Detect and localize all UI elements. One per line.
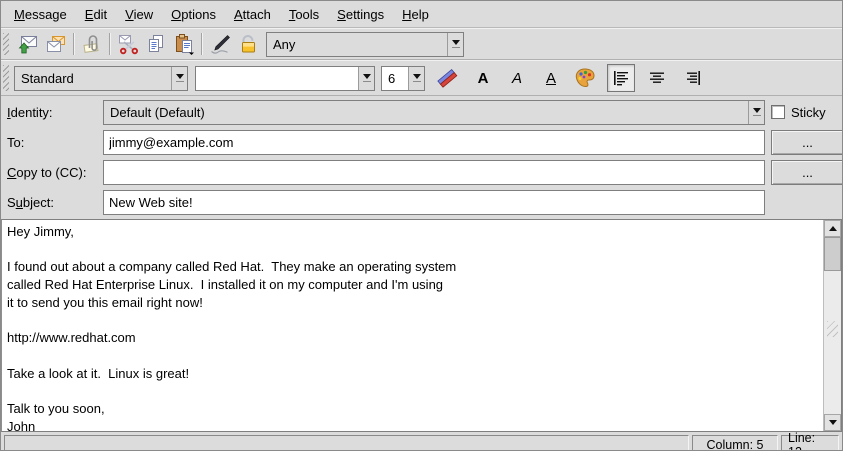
chevron-down-icon[interactable]: [408, 67, 424, 90]
font-family-value: [196, 67, 358, 90]
text-color-button[interactable]: [571, 64, 599, 92]
paste-icon: [173, 33, 195, 55]
sticky-label: Sticky: [791, 105, 826, 120]
scrollbar-grip-lines: [827, 321, 838, 337]
status-bar: Column: 5 Line: 12: [1, 432, 842, 451]
status-message-panel: [4, 435, 689, 451]
chevron-down-icon[interactable]: [447, 33, 463, 56]
paragraph-style-combo[interactable]: Standard: [14, 66, 188, 91]
align-center-icon: [647, 68, 667, 88]
main-toolbar: Any: [1, 28, 842, 60]
text-color-palette-icon: [573, 66, 597, 90]
toolbar-drag-handle[interactable]: [3, 65, 9, 91]
mail-composer-window: Message Edit View Options Attach Tools S…: [0, 0, 843, 451]
cc-address-book-button[interactable]: ...: [771, 160, 843, 185]
format-toolbar: Standard 6 A A A: [1, 60, 842, 96]
subject-input[interactable]: [103, 190, 765, 215]
reset-formatting-button[interactable]: [433, 64, 461, 92]
vertical-scrollbar[interactable]: [823, 220, 841, 431]
align-left-button[interactable]: [607, 64, 635, 92]
scroll-down-button[interactable]: [824, 414, 841, 431]
arrow-down-icon: [829, 420, 837, 425]
align-center-button[interactable]: [643, 64, 671, 92]
menu-message[interactable]: Message: [5, 4, 76, 25]
paragraph-style-value: Standard: [15, 67, 171, 90]
cc-input[interactable]: [103, 160, 765, 185]
to-label: To:: [7, 135, 97, 150]
font-size-combo[interactable]: 6: [381, 66, 425, 91]
cc-label: Copy to (CC):: [7, 165, 97, 180]
send-mail-icon: [17, 33, 39, 55]
menu-bar: Message Edit View Options Attach Tools S…: [1, 1, 842, 28]
align-right-icon: [683, 68, 703, 88]
encrypt-message-icon: [237, 33, 259, 55]
underline-button[interactable]: A: [537, 64, 565, 92]
sticky-checkbox[interactable]: [771, 105, 785, 119]
identity-value: Default (Default): [104, 101, 748, 124]
menu-edit[interactable]: Edit: [76, 4, 116, 25]
to-address-book-button[interactable]: ...: [771, 130, 843, 155]
cc-row: Copy to (CC): ...: [7, 159, 838, 185]
crypto-format-combo[interactable]: Any: [266, 32, 464, 57]
encrypt-message-button[interactable]: [234, 30, 262, 58]
copy-icon: [145, 33, 167, 55]
status-line-indicator: Line: 12: [781, 435, 839, 451]
queue-mail-icon: [45, 33, 67, 55]
font-family-combo[interactable]: [195, 66, 375, 91]
paste-button[interactable]: [170, 30, 198, 58]
italic-button[interactable]: A: [503, 64, 531, 92]
chevron-down-icon[interactable]: [358, 67, 374, 90]
identity-row: Identity: Default (Default) Sticky: [7, 99, 838, 125]
attach-file-button[interactable]: [78, 30, 106, 58]
sign-message-icon: [209, 33, 231, 55]
arrow-up-icon: [829, 226, 837, 231]
chevron-down-icon[interactable]: [748, 101, 764, 124]
cut-button[interactable]: [114, 30, 142, 58]
menu-help[interactable]: Help: [393, 4, 438, 25]
to-row: To: ...: [7, 129, 838, 155]
underline-icon: A: [546, 71, 556, 86]
italic-icon: A: [512, 71, 522, 86]
status-column-indicator: Column: 5: [692, 435, 778, 451]
toolbar-separator: [201, 33, 203, 55]
crypto-format-value: Any: [267, 33, 447, 56]
toolbar-separator: [109, 33, 111, 55]
align-left-icon: [611, 68, 631, 88]
toolbar-separator: [73, 33, 75, 55]
chevron-down-icon[interactable]: [171, 67, 187, 90]
scroll-up-button[interactable]: [824, 220, 841, 237]
scrollbar-thumb[interactable]: [824, 237, 841, 271]
menu-view[interactable]: View: [116, 4, 162, 25]
send-mail-button[interactable]: [14, 30, 42, 58]
eraser-icon: [435, 66, 459, 90]
menu-attach[interactable]: Attach: [225, 4, 280, 25]
identity-label: Identity:: [7, 105, 97, 120]
subject-row: Subject:: [7, 189, 838, 215]
attach-file-icon: [81, 33, 103, 55]
to-input[interactable]: [103, 130, 765, 155]
bold-button[interactable]: A: [469, 64, 497, 92]
message-body-text[interactable]: Hey Jimmy, I found out about a company c…: [2, 220, 841, 432]
menu-settings[interactable]: Settings: [328, 4, 393, 25]
font-size-value: 6: [382, 67, 408, 90]
align-right-button[interactable]: [679, 64, 707, 92]
queue-mail-button[interactable]: [42, 30, 70, 58]
toolbar-drag-handle[interactable]: [3, 33, 9, 55]
message-body-editor[interactable]: Hey Jimmy, I found out about a company c…: [1, 219, 842, 432]
identity-combo[interactable]: Default (Default): [103, 100, 765, 125]
menu-tools[interactable]: Tools: [280, 4, 328, 25]
sign-message-button[interactable]: [206, 30, 234, 58]
bold-icon: A: [478, 71, 489, 86]
menu-options[interactable]: Options: [162, 4, 225, 25]
paste-dropdown-arrow-icon: [189, 53, 194, 56]
copy-button[interactable]: [142, 30, 170, 58]
cut-icon: [117, 33, 139, 55]
subject-label: Subject:: [7, 195, 97, 210]
message-headers: Identity: Default (Default) Sticky To: .…: [1, 96, 842, 219]
